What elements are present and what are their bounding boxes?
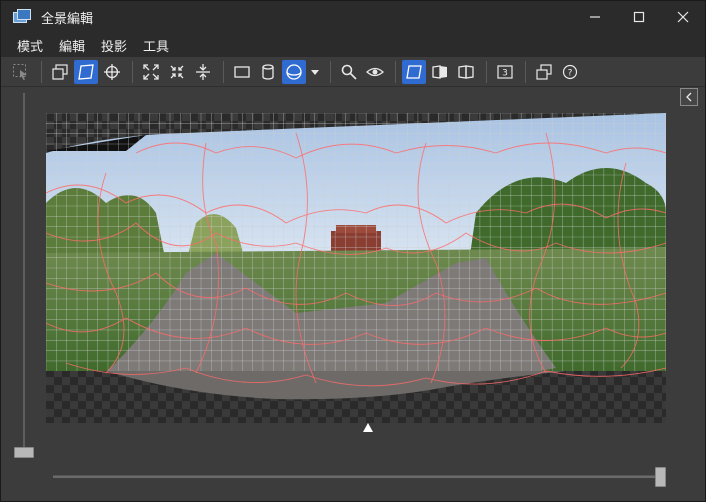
toolbar-separator: [486, 60, 487, 83]
view-normal-icon: [406, 64, 422, 79]
select-region-icon: [13, 63, 27, 80]
horizontal-slider-handle[interactable]: [655, 467, 666, 487]
close-icon: [677, 11, 689, 23]
perspective-mode-icon: [78, 63, 94, 80]
spherical-projection-icon: [286, 63, 302, 80]
minimize-button[interactable]: [573, 1, 617, 33]
eye-icon: [366, 67, 384, 76]
window-title: 全景編輯: [41, 11, 94, 27]
numbered-overlay-icon: 3: [497, 64, 513, 79]
perspective-mode-button[interactable]: [74, 59, 98, 84]
menu-edit[interactable]: 編輯: [51, 34, 93, 57]
cylindrical-projection-button[interactable]: [256, 60, 280, 84]
help-icon: ?: [562, 64, 578, 79]
svg-text:?: ?: [568, 68, 573, 78]
zoom-button[interactable]: [337, 60, 361, 84]
panorama-editor-window: 全景編輯 模式 編輯 投影 工具 3 ?: [0, 0, 706, 502]
center-marker-icon[interactable]: [363, 423, 373, 432]
panorama-preview[interactable]: [46, 113, 666, 423]
toolbar-separator: [223, 60, 224, 83]
window-controls: [573, 1, 705, 33]
toolbar-separator: [41, 60, 42, 83]
toolbar-separator: [330, 60, 331, 83]
layers-button[interactable]: [532, 60, 556, 84]
zoom-icon: [341, 64, 357, 80]
fit-expand-icon: [143, 63, 159, 80]
vertical-fit-icon: [196, 63, 210, 80]
toolbar-separator: [132, 60, 133, 83]
rectilinear-projection-button[interactable]: [230, 60, 254, 84]
vertical-slider-track[interactable]: [23, 93, 25, 453]
toolbar-separator: [395, 60, 396, 83]
panorama-image[interactable]: [46, 113, 666, 423]
projection-dropdown-button[interactable]: [308, 60, 322, 84]
preview-button[interactable]: [363, 60, 387, 84]
menu-tools[interactable]: 工具: [135, 34, 177, 57]
vertical-slider-handle[interactable]: [14, 447, 34, 458]
view-normal-button[interactable]: [402, 59, 426, 84]
view-right-mirror-icon: [458, 64, 474, 79]
view-right-mirror-button[interactable]: [454, 60, 478, 84]
minimize-icon: [590, 16, 600, 18]
rectilinear-projection-icon: [234, 65, 250, 78]
menu-mode[interactable]: 模式: [9, 34, 51, 57]
spherical-projection-button[interactable]: [282, 59, 306, 84]
help-button[interactable]: ?: [558, 60, 582, 84]
fit-contract-icon: [170, 65, 184, 78]
view-left-mirror-icon: [432, 64, 447, 79]
crosshair-icon: [104, 63, 120, 80]
menu-bar: 模式 編輯 投影 工具: [1, 33, 705, 57]
toolbar: 3 ?: [1, 57, 705, 87]
maximize-button[interactable]: [617, 1, 661, 33]
maximize-icon: [633, 11, 645, 23]
view-left-mirror-button[interactable]: [428, 60, 452, 84]
vertical-fit-button[interactable]: [191, 60, 215, 84]
dropdown-arrow-icon: [311, 69, 319, 75]
select-region-button[interactable]: [9, 60, 33, 84]
collapse-panel-button[interactable]: [680, 88, 698, 106]
frame-mode-icon: [52, 63, 68, 80]
toolbar-separator: [525, 60, 526, 83]
horizontal-slider-track[interactable]: [53, 475, 665, 478]
chevron-left-icon: [686, 92, 692, 102]
menu-projection[interactable]: 投影: [93, 34, 135, 57]
cylindrical-projection-icon: [262, 63, 274, 80]
crosshair-button[interactable]: [100, 60, 124, 84]
numbered-overlay-button[interactable]: 3: [493, 60, 517, 84]
close-button[interactable]: [661, 1, 705, 33]
app-icon: [13, 9, 31, 25]
fit-expand-button[interactable]: [139, 60, 163, 84]
fit-contract-button[interactable]: [165, 60, 189, 84]
layers-icon: [536, 63, 552, 80]
svg-text:3: 3: [502, 68, 508, 78]
frame-mode-button[interactable]: [48, 60, 72, 84]
title-bar: 全景編輯: [1, 1, 705, 33]
